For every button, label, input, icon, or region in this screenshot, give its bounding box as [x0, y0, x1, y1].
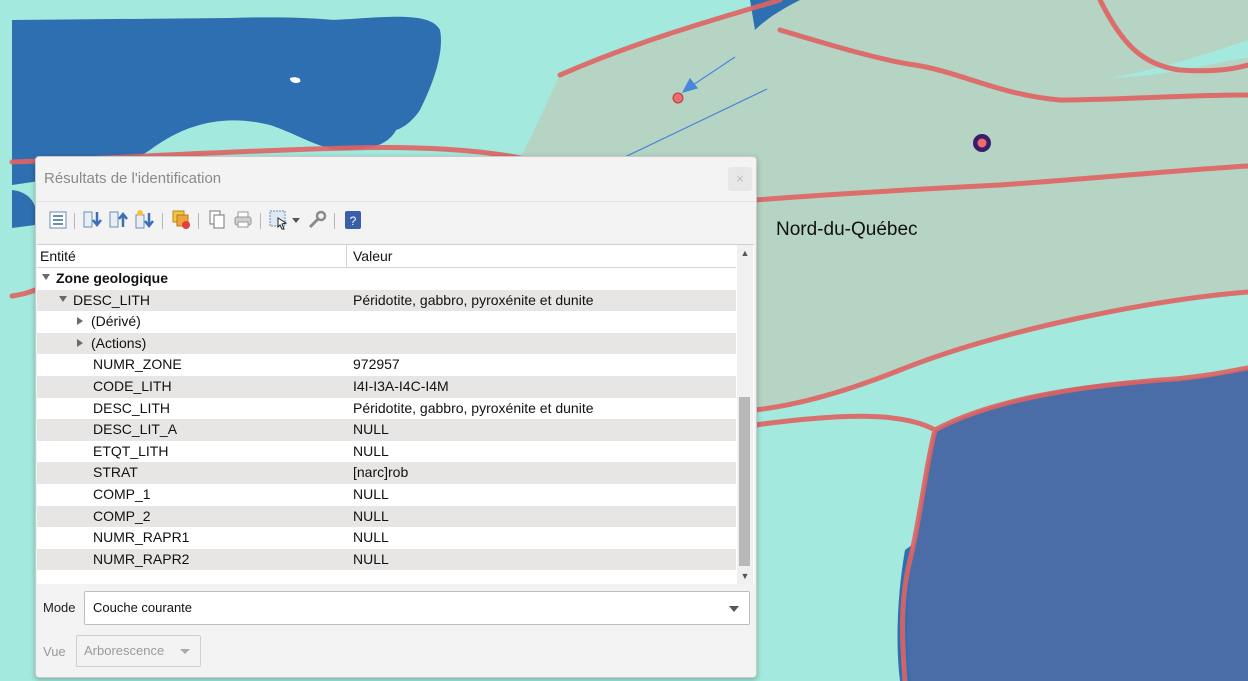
help-icon[interactable]: ?: [342, 209, 364, 231]
point-marker[interactable]: [672, 92, 684, 104]
identify-results-dialog[interactable]: Résultats de l'identification × ? Entité…: [35, 156, 757, 678]
tree-row-value: NULL: [353, 485, 389, 502]
tree-row-field: STRAT: [93, 464, 138, 481]
tree-row-value: NULL: [353, 529, 389, 546]
svg-text:?: ?: [350, 214, 357, 228]
tree-row-value: NULL: [353, 507, 389, 524]
collapsed-arrow-icon[interactable]: [77, 339, 83, 348]
tree-row-attribute[interactable]: DESC_LITH Péridotite, gabbro, pyroxénite…: [37, 398, 736, 420]
tree-row-layer[interactable]: Zone geologique: [37, 268, 736, 290]
column-header-entity[interactable]: Entité: [40, 248, 76, 264]
expand-tree-icon[interactable]: [47, 209, 69, 231]
tree-row-value: NULL: [353, 442, 389, 459]
expand-new-icon[interactable]: [134, 209, 156, 231]
tree-row-attribute[interactable]: NUMR_ZONE 972957: [37, 354, 736, 376]
tree-row-attribute[interactable]: NUMR_RAPR1 NULL: [37, 527, 736, 549]
scroll-up-icon[interactable]: ▲: [737, 245, 753, 261]
copy-icon[interactable]: [206, 209, 228, 231]
close-button[interactable]: ×: [728, 167, 752, 191]
scrollbar-thumb[interactable]: [739, 397, 750, 566]
tree-row-attribute[interactable]: ETQT_LITH NULL: [37, 441, 736, 463]
tree-header: Entité Valeur: [37, 245, 736, 268]
toolbar-separator: [198, 213, 199, 229]
selected-point-marker-core: [977, 138, 987, 148]
identify-toolbar: ?: [36, 203, 756, 243]
chevron-down-icon[interactable]: [729, 606, 739, 612]
collapse-all-icon[interactable]: [108, 209, 130, 231]
toolbar-separator: [260, 213, 261, 229]
toolbar-separator: [334, 213, 335, 229]
tree-row-attribute[interactable]: NUMR_RAPR2 NULL: [37, 548, 736, 571]
tree-row-value: NULL: [353, 421, 389, 438]
tree-row-value: I4I-I3A-I4C-I4M: [353, 377, 449, 394]
region-label: Nord-du-Québec: [776, 219, 918, 240]
tree-row-attribute[interactable]: COMP_1 NULL: [37, 484, 736, 506]
toolbar-separator: [162, 213, 163, 229]
tree-row-field: CODE_LITH: [93, 377, 172, 394]
toolbar-separator: [74, 213, 75, 229]
tree-row-feature[interactable]: DESC_LITH Péridotite, gabbro, pyroxénite…: [37, 289, 736, 312]
qgis-map-canvas[interactable]: Nord-du-Québec Résultats de l'identifica…: [0, 0, 1248, 681]
tree-row-attribute[interactable]: COMP_2 NULL: [37, 505, 736, 528]
chevron-down-icon[interactable]: [180, 649, 190, 654]
tree-row-attribute[interactable]: DESC_LIT_A NULL: [37, 419, 736, 441]
tree-row-value: Péridotite, gabbro, pyroxénite et dunite: [353, 291, 594, 308]
tree-row-field: Zone geologique: [42, 270, 168, 286]
tree-row-field: COMP_1: [93, 485, 151, 502]
print-icon[interactable]: [232, 209, 254, 231]
results-tree[interactable]: Entité Valeur Zone geologique DESC_LITH …: [37, 244, 754, 584]
expanded-arrow-icon[interactable]: [59, 295, 67, 302]
select-features-icon[interactable]: [268, 209, 290, 231]
clear-results-icon[interactable]: [170, 209, 192, 231]
tree-row-field: (Actions): [77, 335, 146, 351]
tree-row-field: DESC_LITH: [93, 399, 171, 416]
tree-row-field: NUMR_RAPR2: [93, 550, 190, 567]
view-label: Vue: [43, 644, 66, 659]
tree-row-value: Péridotite, gabbro, pyroxénite et dunite: [353, 399, 594, 416]
settings-wrench-icon[interactable]: [306, 209, 328, 231]
tree-row-derived[interactable]: (Dérivé): [37, 311, 736, 333]
mode-select[interactable]: Couche courante: [84, 591, 750, 625]
tree-row-value: [narc]rob: [353, 464, 409, 481]
view-select[interactable]: Arborescence: [76, 635, 201, 667]
expand-all-icon[interactable]: [82, 209, 104, 231]
view-selected-value: Arborescence: [84, 643, 165, 658]
column-divider[interactable]: [346, 245, 347, 267]
collapsed-arrow-icon[interactable]: [77, 317, 83, 326]
mode-selected-value: Couche courante: [93, 600, 193, 615]
tree-row-field: COMP_2: [93, 507, 151, 524]
tree-row-field: ETQT_LITH: [93, 442, 169, 459]
tree-row-field: DESC_LIT_A: [93, 421, 178, 438]
dropdown-arrow-icon[interactable]: [290, 209, 302, 231]
vertical-scrollbar[interactable]: ▲ ▼: [737, 245, 753, 584]
tree-row-field: (Dérivé): [77, 313, 141, 329]
dialog-title: Résultats de l'identification: [44, 170, 222, 187]
tree-rows: Zone geologique DESC_LITH Péridotite, ga…: [37, 268, 736, 571]
expanded-arrow-icon[interactable]: [42, 274, 50, 281]
tree-row-field: NUMR_RAPR1: [93, 529, 190, 546]
tree-row-attribute[interactable]: CODE_LITH I4I-I3A-I4C-I4M: [37, 375, 736, 398]
scroll-down-icon[interactable]: ▼: [737, 568, 753, 584]
tree-row-attribute[interactable]: STRAT [narc]rob: [37, 462, 736, 484]
tree-row-value: 972957: [353, 356, 400, 373]
tree-row-field: DESC_LITH: [59, 292, 150, 308]
tree-row-field: NUMR_ZONE: [93, 356, 182, 373]
column-header-value[interactable]: Valeur: [353, 248, 392, 264]
mode-label: Mode: [43, 600, 76, 615]
tree-row-actions[interactable]: (Actions): [37, 332, 736, 355]
dialog-titlebar[interactable]: Résultats de l'identification ×: [36, 157, 756, 202]
tree-row-value: NULL: [353, 550, 389, 567]
